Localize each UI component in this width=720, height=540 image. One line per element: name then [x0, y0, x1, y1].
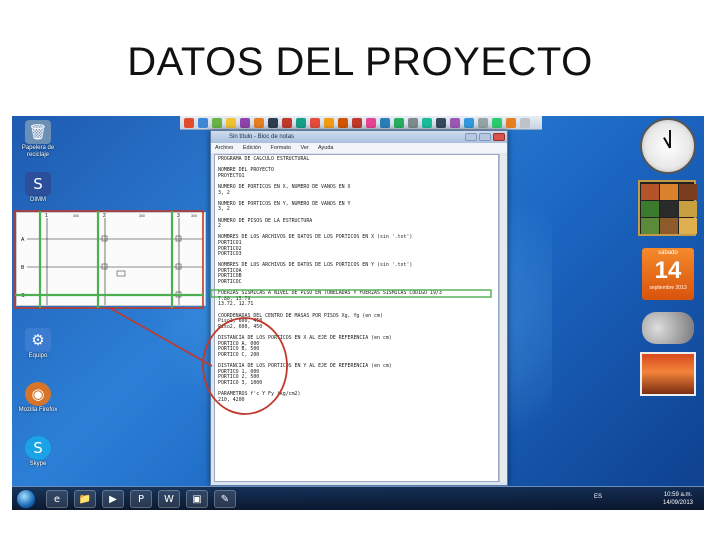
taskbar-app-powerpoint[interactable]: P [130, 490, 152, 508]
taskbar-app-ie[interactable]: e [46, 490, 68, 508]
column [116, 270, 126, 277]
app-icon[interactable] [408, 118, 418, 128]
menu-formato[interactable]: Formato [270, 145, 290, 151]
dimension-label: 300 [73, 214, 79, 218]
app-icon[interactable] [450, 118, 460, 128]
app-icon[interactable] [254, 118, 264, 128]
app-icon[interactable] [506, 118, 516, 128]
recycle-bin-icon: 🗑 [25, 120, 51, 144]
axis-number-label: 2 [103, 213, 106, 219]
menu-edicion[interactable]: Edición [243, 145, 261, 151]
tray-date[interactable]: 14/09/2013 [658, 499, 698, 507]
language-indicator[interactable]: ES [594, 494, 602, 500]
app-icon[interactable] [296, 118, 306, 128]
notepad-title: Sin título - Bloc de notas [229, 134, 295, 140]
app-icon[interactable] [212, 118, 222, 128]
desktop-screenshot: 🗑 Papelera de reciclaje S DIMM ⚙ Equipo … [12, 116, 704, 510]
taskbar-app-media[interactable]: ▶ [102, 490, 124, 508]
app-icon[interactable] [310, 118, 320, 128]
computer-icon: ⚙ [25, 328, 51, 352]
menu-ayuda[interactable]: Ayuda [318, 145, 334, 151]
notepad-window: Sin título - Bloc de notas Archivo Edici… [210, 130, 508, 486]
app-icon[interactable] [240, 118, 250, 128]
column [175, 291, 182, 298]
skype-icon: S [25, 436, 51, 460]
taskbar-app-explorer[interactable]: 📁 [74, 490, 96, 508]
notepad-line: 210, 4200 [218, 396, 245, 403]
desktop-icon-dimm[interactable]: S DIMM [16, 172, 60, 204]
app-icon[interactable] [324, 118, 334, 128]
app-icon[interactable] [464, 118, 474, 128]
clock-gadget[interactable] [640, 118, 696, 174]
axis-letter-label: A [21, 237, 25, 243]
app-icon[interactable] [520, 118, 530, 128]
desktop-icon-recycle-bin[interactable]: 🗑 Papelera de reciclaje [16, 120, 60, 159]
app-icon[interactable] [422, 118, 432, 128]
slide-title: DATOS DEL PROYECTO [127, 40, 593, 84]
sri-icon: S [25, 172, 51, 196]
notepad-titlebar[interactable]: Sin título - Bloc de notas [211, 131, 507, 143]
app-icon[interactable] [436, 118, 446, 128]
desktop-icon-skype[interactable]: S Skype [16, 436, 60, 468]
app-icon[interactable] [282, 118, 292, 128]
taskbar: e 📁 ▶ P W ▣ ✎ ES 10:59 a.m. 14/09/2013 [12, 486, 704, 510]
start-button[interactable] [16, 489, 36, 509]
column [175, 263, 182, 270]
notepad-text-area[interactable]: PROGRAMA DE CALCULO ESTRUCTURAL NOMBRE DE… [214, 154, 499, 482]
slideshow-gadget[interactable] [640, 352, 696, 396]
firefox-icon: ◉ [25, 382, 51, 406]
picture-puzzle-gadget[interactable] [638, 180, 697, 236]
minimize-button[interactable] [465, 133, 477, 141]
app-icon[interactable] [268, 118, 278, 128]
column [175, 235, 182, 242]
menu-ver[interactable]: Ver [300, 145, 308, 151]
axis-letter-label: B [21, 265, 25, 271]
app-icon[interactable] [184, 118, 194, 128]
close-button[interactable] [493, 133, 505, 141]
notepad-scrollbar[interactable] [499, 154, 507, 482]
desktop-icon-firefox[interactable]: ◉ Mozilla Firefox [16, 382, 60, 414]
quick-launch-toolbar [180, 116, 542, 130]
menu-archivo[interactable]: Archivo [215, 145, 233, 151]
dimension-label: 300 [139, 214, 145, 218]
app-icon[interactable] [478, 118, 488, 128]
taskbar-app-notepad[interactable]: ✎ [214, 490, 236, 508]
app-icon[interactable] [352, 118, 362, 128]
taskbar-app-word[interactable]: W [158, 490, 180, 508]
column [101, 235, 108, 242]
notepad-menubar: Archivo Edición Formato Ver Ayuda [211, 143, 507, 153]
cpu-meter-gadget[interactable] [642, 312, 694, 344]
app-icon[interactable] [380, 118, 390, 128]
app-icon[interactable] [338, 118, 348, 128]
column [101, 263, 108, 270]
app-icon[interactable] [366, 118, 376, 128]
system-tray: ES 10:59 a.m. 14/09/2013 [588, 490, 698, 508]
axis-number-label: 3 [177, 213, 180, 219]
tray-time[interactable]: 10:59 a.m. [658, 491, 698, 499]
axis-letter-label: C [21, 293, 25, 299]
structural-plan-svg: 1 2 3 300 300 300 A B C [21, 213, 203, 305]
dimension-label: 300 [191, 214, 197, 218]
calendar-month: septiembre 2013 [649, 285, 687, 291]
app-icon[interactable] [226, 118, 236, 128]
calendar-number: 14 [654, 257, 682, 284]
structural-plan-drawing: 1 2 3 300 300 300 A B C [16, 212, 206, 306]
app-icon[interactable] [394, 118, 404, 128]
axis-number-label: 1 [45, 213, 48, 219]
desktop-icon-equipo[interactable]: ⚙ Equipo [16, 328, 60, 360]
taskbar-app-window[interactable]: ▣ [186, 490, 208, 508]
maximize-button[interactable] [479, 133, 491, 141]
calendar-gadget[interactable]: sábado 14 septiembre 2013 [642, 248, 694, 300]
app-icon[interactable] [492, 118, 502, 128]
app-icon[interactable] [198, 118, 208, 128]
